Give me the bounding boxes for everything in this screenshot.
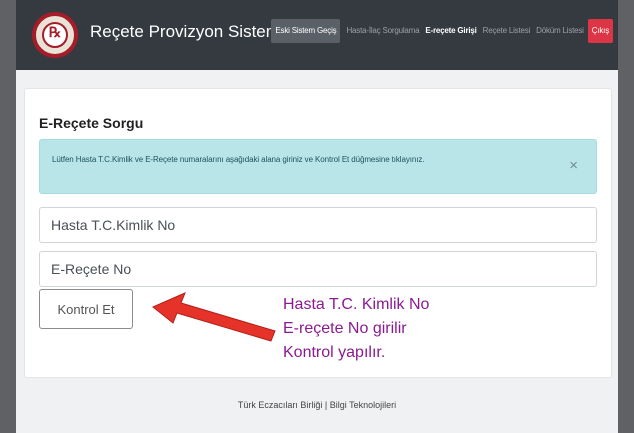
app-title: Reçete Provizyon Sistemi — [90, 22, 284, 41]
nav-hasta-ilac-sorgulama[interactable]: Hasta-İlaç Sorgulama — [346, 25, 419, 37]
annotation-line-1: Hasta T.C. Kimlik No — [283, 296, 430, 313]
nav-eski-sistem-gecis[interactable]: Eski Sistem Geçiş — [271, 19, 341, 43]
arrow-shape — [152, 292, 276, 342]
nav-recete-listesi[interactable]: Reçete Listesi — [483, 25, 531, 37]
top-navbar: ℞ Reçete Provizyon Sistemi Eski Sistem G… — [16, 0, 618, 70]
annotation-line-3: Kontrol yapılır. — [283, 344, 386, 361]
nav-cikis-button[interactable]: Çıkış — [587, 19, 613, 43]
nav-dokum-listesi[interactable]: Döküm Listesi — [536, 25, 584, 37]
page-frame: ℞ Reçete Provizyon Sistemi Eski Sistem G… — [16, 0, 618, 433]
main-nav: Eski Sistem Geçiş Hasta-İlaç Sorgulama E… — [265, 19, 613, 43]
kontrol-et-button[interactable]: Kontrol Et — [39, 289, 133, 329]
page-title: E-Reçete Sorgu — [39, 115, 144, 131]
info-alert: Lütfen Hasta T.C.Kimlik ve E-Reçete numa… — [39, 139, 597, 194]
tc-kimlik-input[interactable] — [39, 207, 597, 243]
annotation-line-2: E-reçete No girilir — [283, 320, 407, 337]
close-icon[interactable]: × — [569, 157, 578, 174]
alert-message: Lütfen Hasta T.C.Kimlik ve E-Reçete numa… — [52, 155, 425, 164]
e-recete-sorgu-card: E-Reçete Sorgu Lütfen Hasta T.C.Kimlik v… — [24, 88, 612, 378]
e-recete-no-input[interactable] — [39, 251, 597, 287]
nav-e-recete-girisi[interactable]: E-reçete Girişi — [425, 25, 476, 37]
annotation-text: Hasta T.C. Kimlik No E-reçete No girilir… — [283, 293, 429, 365]
teb-logo-icon: ℞ — [32, 12, 78, 58]
footer-text: Türk Eczacıları Birliği | Bilgi Teknoloj… — [237, 400, 397, 410]
red-arrow-icon — [152, 292, 276, 342]
